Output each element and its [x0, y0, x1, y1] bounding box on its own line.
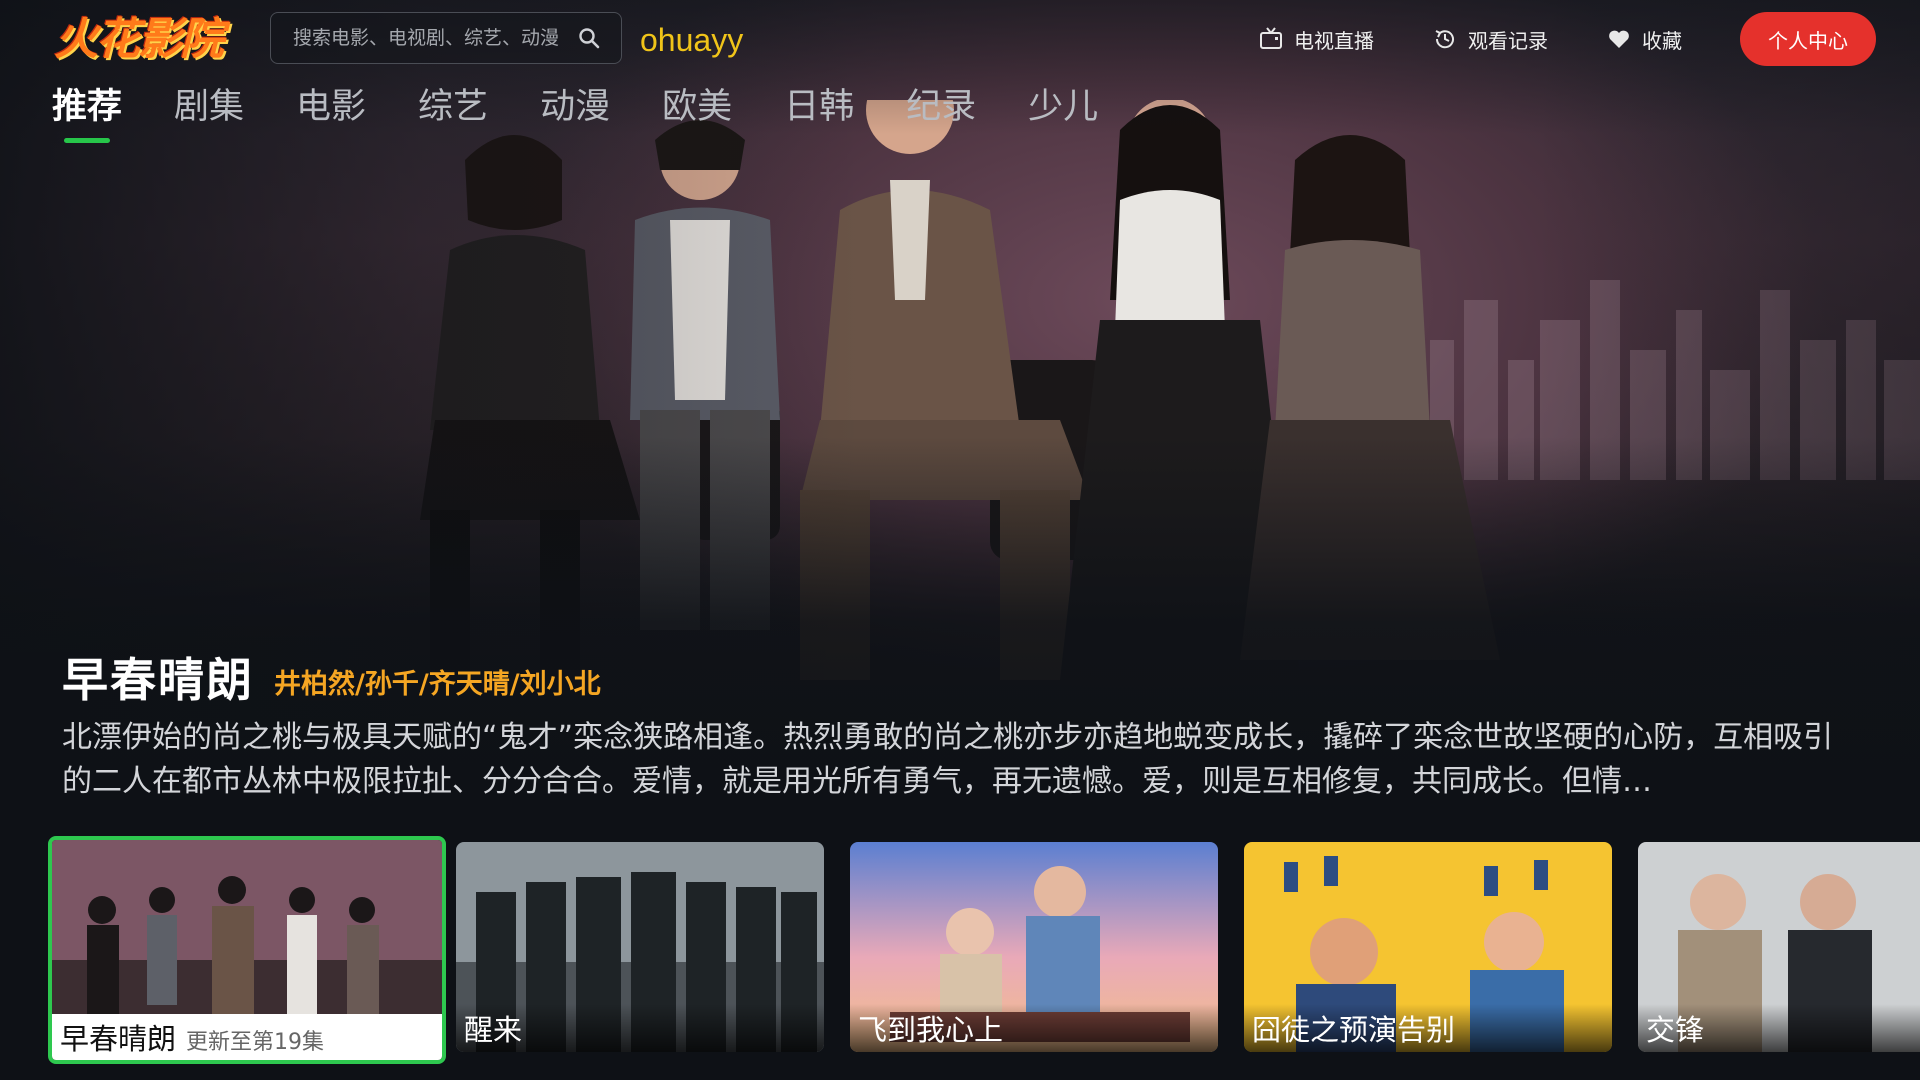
- tab-western[interactable]: 欧美: [662, 82, 732, 132]
- tab-japan-korea[interactable]: 日韩: [784, 82, 854, 132]
- live-tv-link[interactable]: 电视直播: [1258, 25, 1374, 54]
- tab-variety[interactable]: 综艺: [418, 82, 488, 132]
- card-title: 交锋: [1646, 1013, 1705, 1047]
- tv-icon: [1260, 27, 1282, 49]
- poster-card[interactable]: 囧徒之预演告别: [1244, 842, 1612, 1052]
- card-caption: 囧徒之预演告别: [1244, 1004, 1612, 1052]
- favorites-label: 收藏: [1642, 28, 1682, 53]
- profile-button[interactable]: 个人中心: [1740, 12, 1876, 66]
- tab-anime[interactable]: 动漫: [540, 82, 610, 132]
- poster-card[interactable]: 醒来: [456, 842, 824, 1052]
- history-label: 观看记录: [1468, 28, 1548, 53]
- live-tv-label: 电视直播: [1294, 28, 1374, 53]
- featured-cast: 井柏然/孙千/齐天晴/刘小北: [274, 668, 601, 700]
- category-tabs: 推荐 剧集 电影 综艺 动漫 欧美 日韩 纪录 少儿: [52, 82, 1150, 143]
- card-title: 飞到我心上: [858, 1013, 1004, 1047]
- featured-title: 早春晴朗: [62, 653, 254, 707]
- history-link[interactable]: 观看记录: [1432, 25, 1548, 54]
- poster-card[interactable]: 飞到我心上: [850, 842, 1218, 1052]
- poster-row: 早春晴朗 更新至第19集 醒来 飞到我心上 囧徒之预演告别 交锋: [48, 836, 1920, 1064]
- episode-status: 更新至第19集: [186, 1030, 325, 1055]
- tab-series[interactable]: 剧集: [174, 82, 244, 132]
- search-icon[interactable]: [577, 26, 601, 50]
- card-title: 醒来: [464, 1013, 523, 1047]
- poster-card[interactable]: 交锋: [1638, 842, 1920, 1052]
- card-title: 早春晴朗: [60, 1022, 177, 1056]
- card-caption: 飞到我心上: [850, 1004, 1218, 1052]
- top-actions: 电视直播 观看记录 收藏 个人中心: [1258, 12, 1876, 66]
- username: ohuayy: [640, 22, 744, 58]
- card-title: 囧徒之预演告别: [1252, 1013, 1456, 1047]
- card-caption: 醒来: [456, 1004, 824, 1052]
- tab-recommended[interactable]: 推荐: [52, 82, 122, 143]
- app-logo[interactable]: 火花影院: [54, 14, 224, 66]
- heart-icon: [1609, 30, 1629, 48]
- card-caption: 交锋: [1638, 1004, 1920, 1052]
- featured-title-row: 早春晴朗 井柏然/孙千/齐天晴/刘小北: [62, 644, 601, 710]
- poster-card[interactable]: 早春晴朗 更新至第19集: [48, 836, 446, 1064]
- tab-kids[interactable]: 少儿: [1028, 82, 1098, 132]
- search-input[interactable]: [271, 26, 577, 50]
- search-box[interactable]: [270, 12, 622, 64]
- card-caption: 早春晴朗 更新至第19集: [52, 1014, 442, 1060]
- history-icon: [1435, 30, 1454, 49]
- featured-synopsis: 北漂伊始的尚之桃与极具天赋的“鬼才”栾念狭路相逢。热烈勇敢的尚之桃亦步亦趋地蜕变…: [62, 720, 1834, 799]
- favorites-link[interactable]: 收藏: [1606, 25, 1682, 54]
- tab-documentary[interactable]: 纪录: [906, 82, 976, 132]
- tab-movies[interactable]: 电影: [296, 82, 366, 132]
